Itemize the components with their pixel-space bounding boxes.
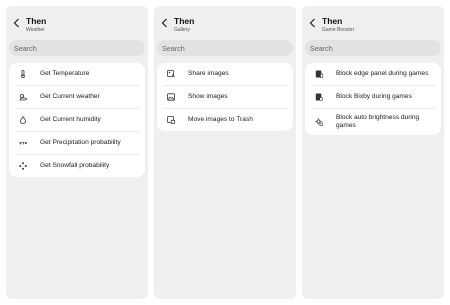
trash-image-icon: [166, 115, 176, 125]
snowflake-icon: [18, 161, 28, 171]
item-label: Share images: [188, 69, 229, 77]
game-booster-panel: Then Game Booster Search Block edge pane…: [302, 6, 444, 299]
list-item-get-precipitation-probability[interactable]: Get Precipitation probability: [15, 132, 139, 155]
image-icon: [166, 92, 176, 102]
bixby-block-icon: [314, 92, 324, 102]
item-label: Block Bixby during games: [336, 92, 412, 100]
back-arrow-icon[interactable]: [158, 17, 170, 29]
action-list: Get Temperature Get Current weather Get …: [9, 63, 145, 177]
thermometer-icon: [18, 69, 28, 79]
page-title: Then: [26, 16, 47, 26]
list-item-share-images[interactable]: Share images: [163, 63, 287, 86]
page-title: Then: [322, 16, 343, 26]
search-placeholder: Search: [162, 44, 185, 53]
page-title: Then: [174, 16, 195, 26]
back-arrow-icon[interactable]: [306, 17, 318, 29]
gallery-panel: Then Gallery Search Share images Show im…: [154, 6, 296, 299]
item-label: Show images: [188, 92, 228, 100]
panel-header: Then Weather: [6, 6, 148, 40]
list-item-get-snowfall-probability[interactable]: Get Snowfall probability: [15, 155, 139, 177]
item-label: Get Current humidity: [40, 115, 101, 123]
action-list: Share images Show images Move images to …: [157, 63, 293, 131]
precipitation-icon: [18, 138, 28, 148]
item-label: Get Snowfall probability: [40, 161, 110, 169]
page-subtitle: Game Booster: [322, 27, 355, 33]
list-item-block-auto-brightness[interactable]: Block auto brightness during games: [311, 109, 435, 135]
item-label: Get Current weather: [40, 92, 100, 100]
list-item-get-temperature[interactable]: Get Temperature: [15, 63, 139, 86]
item-label: Move images to Trash: [188, 115, 253, 123]
item-label: Block auto brightness during games: [336, 113, 420, 129]
item-label: Get Temperature: [40, 69, 90, 77]
page-subtitle: Gallery: [174, 27, 190, 33]
search-input[interactable]: Search: [9, 40, 145, 56]
humidity-icon: [18, 115, 28, 125]
item-label: Block edge panel during games: [336, 69, 429, 77]
list-item-get-current-weather[interactable]: Get Current weather: [15, 86, 139, 109]
action-list: Block edge panel during games Block Bixb…: [305, 63, 441, 135]
search-placeholder: Search: [14, 44, 37, 53]
search-placeholder: Search: [310, 44, 333, 53]
panel-header: Then Game Booster: [302, 6, 444, 40]
search-input[interactable]: Search: [157, 40, 293, 56]
list-item-move-images-to-trash[interactable]: Move images to Trash: [163, 109, 287, 131]
edge-panel-icon: [314, 69, 324, 79]
panel-header: Then Gallery: [154, 6, 296, 40]
weather-icon: [18, 92, 28, 102]
brightness-icon: [314, 117, 324, 127]
page-subtitle: Weather: [26, 27, 45, 33]
list-item-block-edge-panel[interactable]: Block edge panel during games: [311, 63, 435, 86]
search-input[interactable]: Search: [305, 40, 441, 56]
item-label: Get Precipitation probability: [40, 138, 121, 146]
list-item-get-current-humidity[interactable]: Get Current humidity: [15, 109, 139, 132]
list-item-show-images[interactable]: Show images: [163, 86, 287, 109]
weather-panel: Then Weather Search Get Temperature Get …: [6, 6, 148, 299]
list-item-block-bixby[interactable]: Block Bixby during games: [311, 86, 435, 109]
share-image-icon: [166, 69, 176, 79]
back-arrow-icon[interactable]: [10, 17, 22, 29]
